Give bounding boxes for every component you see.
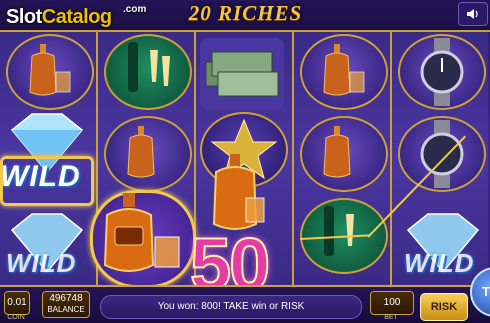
win-frame	[0, 156, 94, 206]
champagne-glasses-icon	[128, 42, 170, 92]
win-symbol-frame	[90, 190, 196, 288]
reels-area: WILD WILD WILD 50	[0, 32, 490, 303]
brand-part1: Slot	[6, 6, 42, 28]
speaker-icon	[467, 9, 478, 19]
cognac-bottle-icon	[127, 126, 155, 178]
status-message: You won: 800! TAKE win or RISK	[100, 295, 362, 319]
cognac-bottle-icon	[212, 154, 265, 230]
cognac-bottle-icon	[323, 126, 351, 178]
cognac-symbol	[104, 116, 192, 192]
wristwatch-icon	[420, 120, 464, 188]
balance-label: BALANCE	[47, 305, 85, 314]
brand-part2: Catalog	[41, 6, 112, 28]
champagne-symbol	[104, 34, 192, 110]
game-title: 20 RICHES	[188, 1, 303, 25]
cognac-symbol	[300, 34, 388, 110]
game-stage: SlotCatalog .com 20 RICHES WILD WILD WIL…	[0, 0, 490, 323]
sound-button[interactable]	[458, 2, 488, 26]
brand-logo: SlotCatalog	[6, 6, 112, 29]
coin-label: COIN	[7, 314, 25, 321]
bottom-bar: 0.01 COIN 496748 BALANCE You won: 800! T…	[0, 267, 490, 323]
reel-divider	[390, 32, 392, 285]
coin-value[interactable]: 0.01	[4, 291, 30, 315]
wild-label: WILD	[404, 248, 475, 278]
cash-symbol	[200, 38, 284, 110]
brand-domain: .com	[123, 4, 147, 15]
cognac-symbol	[6, 34, 94, 110]
cognac-symbol-large	[210, 154, 266, 234]
cognac-symbol	[300, 116, 388, 192]
balance-value: 496748	[49, 293, 83, 304]
watch-symbol	[398, 34, 486, 110]
bet-label: BET	[384, 314, 398, 321]
risk-button[interactable]: RISK	[420, 293, 468, 321]
cognac-bottle-icon	[323, 44, 365, 96]
cognac-bottle-icon	[29, 44, 71, 96]
reel-divider	[292, 32, 294, 285]
bet-value[interactable]: 100	[370, 291, 414, 315]
cognac-bottle-icon	[103, 191, 180, 272]
watch-symbol	[398, 116, 486, 192]
balance-box: 496748 BALANCE	[42, 291, 90, 318]
cash-stack-icon	[205, 51, 279, 97]
top-bar: SlotCatalog .com 20 RICHES	[0, 0, 490, 32]
wristwatch-icon	[420, 38, 464, 106]
wild-label: WILD	[6, 248, 77, 278]
